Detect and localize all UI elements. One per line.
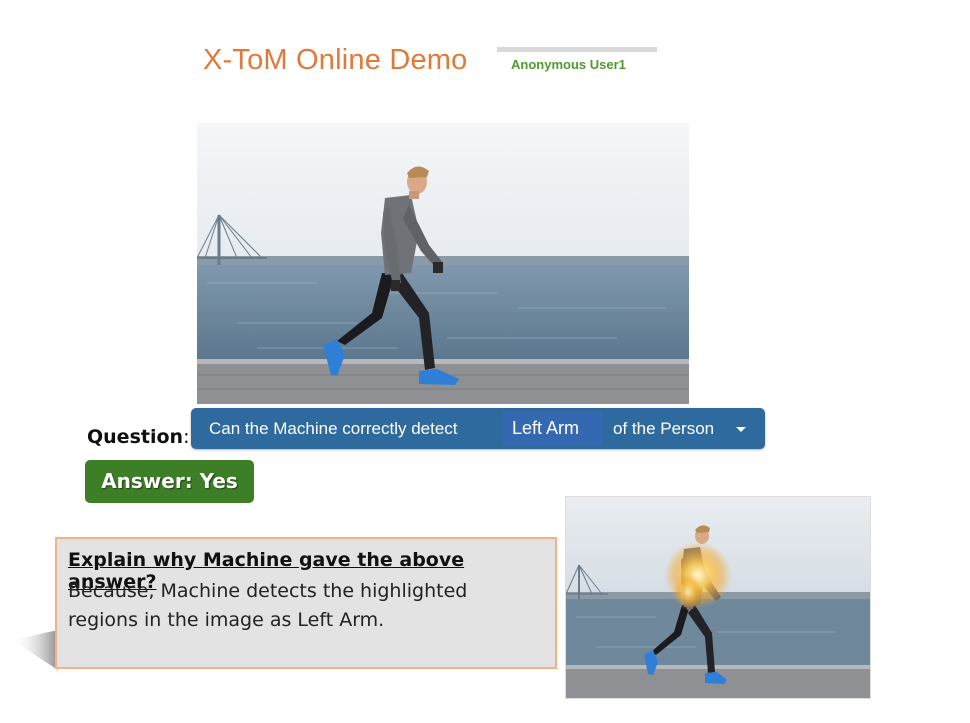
box-shadow-decoration [12, 630, 58, 670]
main-image [197, 123, 689, 404]
question-suffix: of the Person [613, 419, 715, 438]
answer-button[interactable]: Answer: Yes [85, 460, 254, 503]
heatmap-image [565, 496, 871, 699]
explanation-text: Because, Machine detects the highlighted… [68, 580, 468, 631]
question-prefix: Can the Machine correctly detect [209, 419, 458, 438]
user-badge: Anonymous User1 [497, 47, 657, 73]
explanation-box: Explain why Machine gave the above answe… [55, 537, 557, 669]
caret-down-icon[interactable] [736, 427, 746, 432]
app-title: X-ToM Online Demo [203, 44, 468, 76]
question-colon: : [183, 426, 190, 448]
question-label: Question: [87, 426, 190, 448]
question-dropdown-button[interactable]: Can the Machine correctly detect Left Ar… [191, 408, 765, 449]
body-part-select[interactable]: Left Arm [503, 411, 603, 446]
user-name: Anonymous User1 [511, 57, 626, 72]
